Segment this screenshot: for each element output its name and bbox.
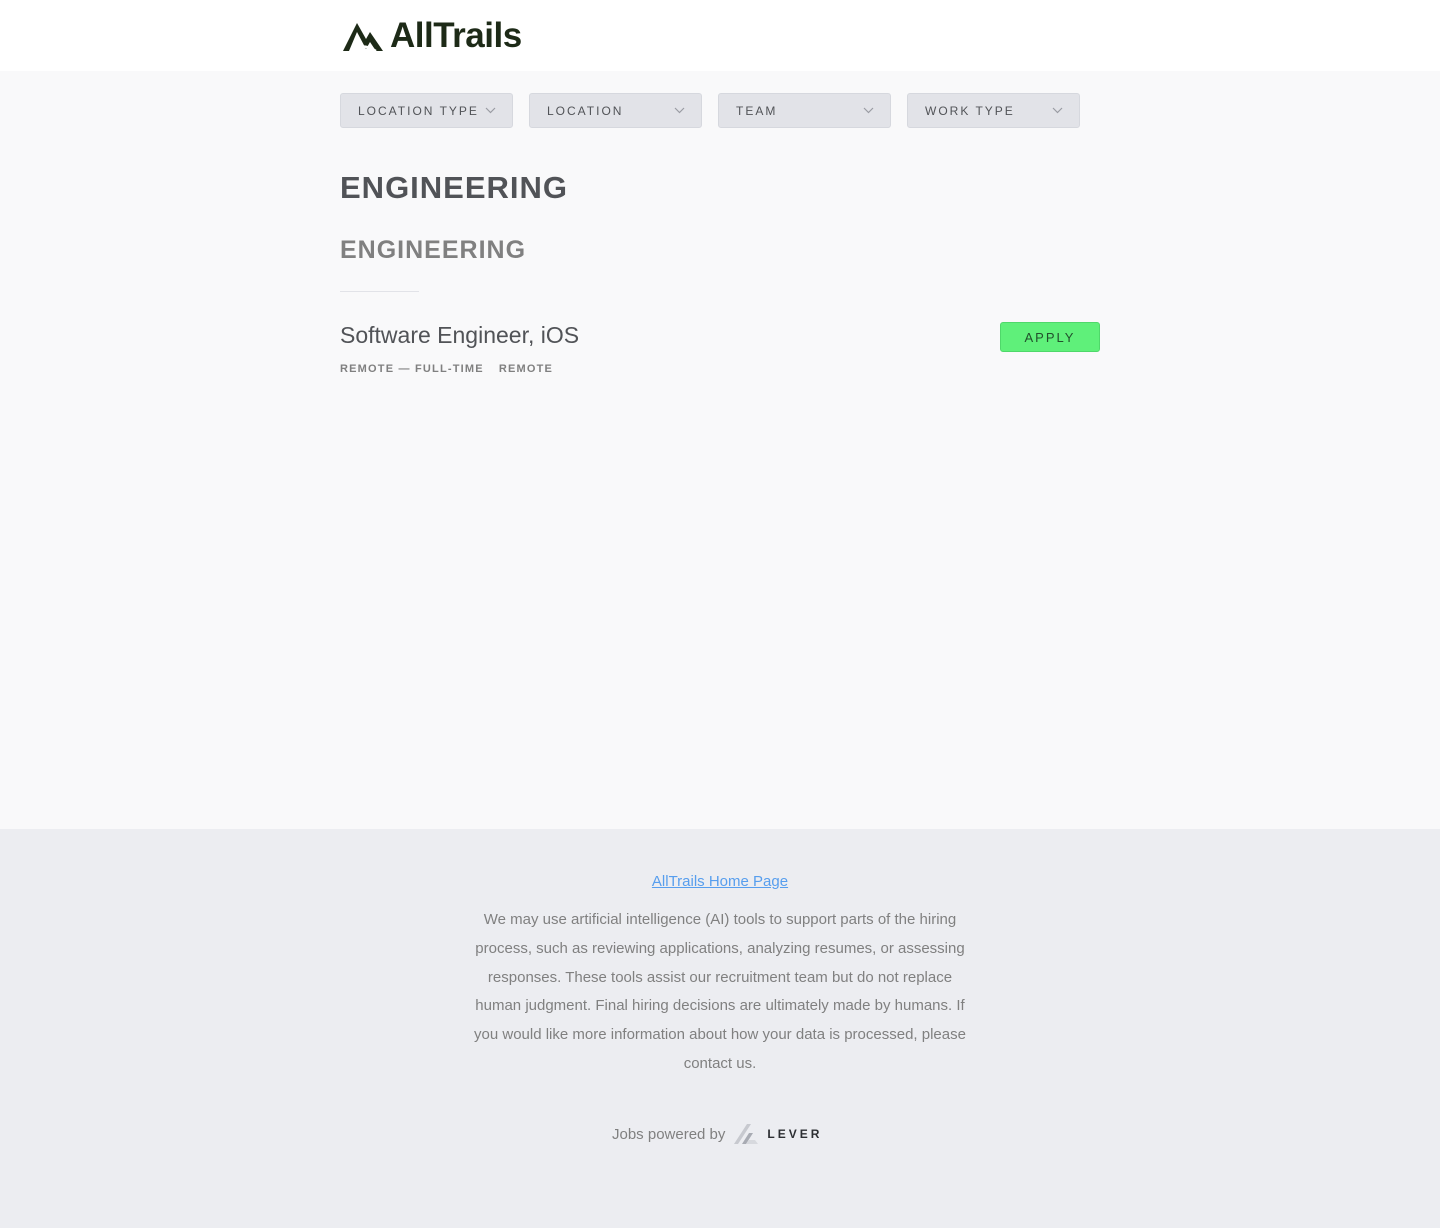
filter-location[interactable]: LOCATION xyxy=(529,93,702,128)
powered-by-text: Jobs powered by xyxy=(612,1125,726,1143)
site-header: AllTrails xyxy=(0,0,1440,71)
filter-label: TEAM xyxy=(736,103,778,118)
chevron-down-icon xyxy=(1052,107,1063,114)
posting-title-link[interactable]: Software Engineer, iOS xyxy=(340,322,579,349)
filter-bar: LOCATION TYPE LOCATION TEAM WORK TYPE xyxy=(340,93,1080,128)
home-page-link-wrapper: AllTrails Home Page xyxy=(0,873,1440,890)
filter-location-type[interactable]: LOCATION TYPE xyxy=(340,93,513,128)
mountain-logo-icon xyxy=(343,23,383,53)
posting-workplace: REMOTE xyxy=(498,363,554,375)
logo-wordmark: AllTrails xyxy=(390,16,522,55)
ai-disclaimer: We may use artificial intelligence (AI) … xyxy=(474,911,966,1072)
chevron-down-icon xyxy=(863,107,874,114)
powered-by[interactable]: Jobs powered by LEVER xyxy=(612,1122,822,1146)
alltrails-logo[interactable]: AllTrails xyxy=(340,16,522,56)
filter-label: WORK TYPE xyxy=(925,103,1015,118)
apply-button[interactable]: APPLY xyxy=(1000,322,1100,352)
home-page-link[interactable]: AllTrails Home Page xyxy=(652,873,788,890)
filter-team[interactable]: TEAM xyxy=(718,93,891,128)
filter-work-type[interactable]: WORK TYPE xyxy=(907,93,1080,128)
department-heading: ENGINEERING xyxy=(340,170,569,205)
posting-categories: REMOTE — FULL-TIME REMOTE xyxy=(340,363,553,375)
filter-label: LOCATION xyxy=(547,103,624,118)
chevron-down-icon xyxy=(674,107,685,114)
chevron-down-icon xyxy=(485,107,496,114)
lever-logo-icon xyxy=(734,1124,759,1144)
team-heading: ENGINEERING xyxy=(340,236,527,264)
lever-wordmark: LEVER xyxy=(767,1127,823,1141)
posting-commitment: REMOTE — FULL-TIME xyxy=(340,363,484,375)
site-footer: AllTrails Home Page We may use artificia… xyxy=(0,829,1440,1228)
filter-label: LOCATION TYPE xyxy=(358,103,479,118)
section-divider xyxy=(340,291,419,292)
